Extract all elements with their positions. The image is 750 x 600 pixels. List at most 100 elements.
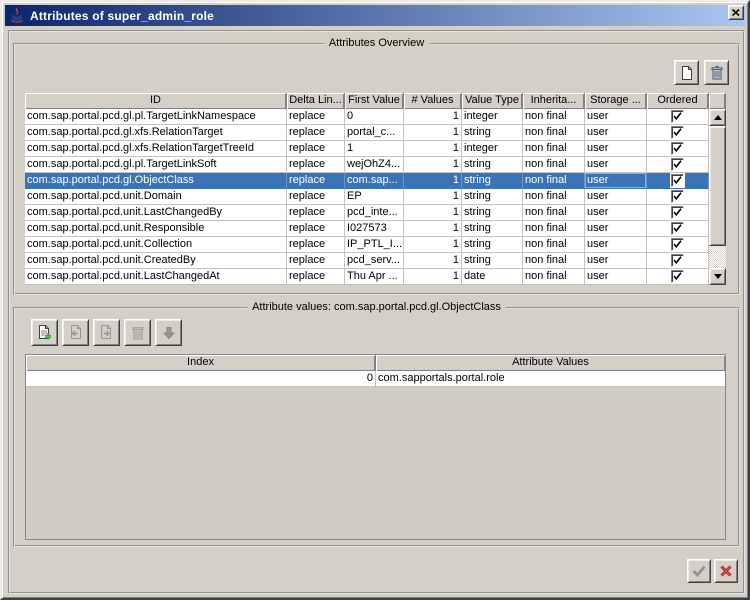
- cell-value_type[interactable]: string: [462, 253, 523, 269]
- cell-value_type[interactable]: string: [462, 157, 523, 173]
- cell-inheritance[interactable]: non final: [523, 253, 585, 269]
- cell-id[interactable]: com.sap.portal.pcd.gl.pl.TargetLinkSoft: [25, 157, 287, 173]
- attribute-row[interactable]: com.sap.portal.pcd.unit.Responsiblerepla…: [25, 221, 709, 237]
- ordered-checkbox[interactable]: [671, 158, 684, 171]
- cell-num_values[interactable]: 1: [404, 189, 462, 205]
- cell-storage[interactable]: user: [585, 173, 647, 189]
- title-bar[interactable]: Attributes of super_admin_role: [5, 5, 745, 26]
- cancel-button[interactable]: [714, 559, 738, 583]
- cell-inheritance[interactable]: non final: [523, 269, 585, 285]
- cell-id[interactable]: com.sap.portal.pcd.unit.LastChangedAt: [25, 269, 287, 285]
- cell-first_value[interactable]: pcd_serv...: [345, 253, 404, 269]
- cell-id[interactable]: com.sap.portal.pcd.unit.Responsible: [25, 221, 287, 237]
- cell-value_type[interactable]: string: [462, 237, 523, 253]
- attribute-row[interactable]: com.sap.portal.pcd.unit.DomainreplaceEP1…: [25, 189, 709, 205]
- column-header[interactable]: Attribute Values: [376, 355, 726, 371]
- cell-first_value[interactable]: 1: [345, 141, 404, 157]
- column-header[interactable]: Delta Lin...: [287, 93, 345, 109]
- ordered-checkbox[interactable]: [671, 174, 684, 187]
- cell-id[interactable]: com.sap.portal.pcd.gl.ObjectClass: [25, 173, 287, 189]
- cell-first_value[interactable]: pcd_inte...: [345, 205, 404, 221]
- column-header[interactable]: First Value: [345, 93, 404, 109]
- attribute-row[interactable]: com.sap.portal.pcd.gl.xfs.RelationTarget…: [25, 141, 709, 157]
- attribute-row[interactable]: com.sap.portal.pcd.gl.pl.TargetLinkNames…: [25, 109, 709, 125]
- add-value-button[interactable]: [31, 319, 58, 346]
- cell-first_value[interactable]: IP_PTL_I...: [345, 237, 404, 253]
- cell-num_values[interactable]: 1: [404, 221, 462, 237]
- cell-delta_link[interactable]: replace: [287, 141, 345, 157]
- new-attribute-button[interactable]: [674, 60, 699, 85]
- doc-arrow-left-button[interactable]: [62, 319, 89, 346]
- attribute-row[interactable]: com.sap.portal.pcd.unit.CreatedByreplace…: [25, 253, 709, 269]
- cell-storage[interactable]: user: [585, 237, 647, 253]
- ordered-checkbox[interactable]: [671, 222, 684, 235]
- apply-button[interactable]: [687, 559, 711, 583]
- cell-num_values[interactable]: 1: [404, 173, 462, 189]
- cell-value_type[interactable]: date: [462, 269, 523, 285]
- cell-inheritance[interactable]: non final: [523, 157, 585, 173]
- cell-attribute-value[interactable]: com.sapportals.portal.role: [376, 371, 726, 387]
- cell-num_values[interactable]: 1: [404, 141, 462, 157]
- cell-delta_link[interactable]: replace: [287, 173, 345, 189]
- cell-delta_link[interactable]: replace: [287, 269, 345, 285]
- cell-first_value[interactable]: EP: [345, 189, 404, 205]
- cell-num_values[interactable]: 1: [404, 157, 462, 173]
- cell-delta_link[interactable]: replace: [287, 157, 345, 173]
- cell-delta_link[interactable]: replace: [287, 253, 345, 269]
- move-value-down-button[interactable]: [155, 319, 182, 346]
- cell-num_values[interactable]: 1: [404, 109, 462, 125]
- column-header[interactable]: ID: [25, 93, 287, 109]
- cell-inheritance[interactable]: non final: [523, 221, 585, 237]
- cell-storage[interactable]: user: [585, 157, 647, 173]
- cell-storage[interactable]: user: [585, 269, 647, 285]
- cell-inheritance[interactable]: non final: [523, 189, 585, 205]
- cell-value_type[interactable]: string: [462, 125, 523, 141]
- cell-delta_link[interactable]: replace: [287, 237, 345, 253]
- column-header[interactable]: Ordered: [647, 93, 709, 109]
- attribute-row[interactable]: com.sap.portal.pcd.unit.Collectionreplac…: [25, 237, 709, 253]
- cell-inheritance[interactable]: non final: [523, 173, 585, 189]
- cell-storage[interactable]: user: [585, 253, 647, 269]
- column-header[interactable]: Storage ...: [585, 93, 647, 109]
- cell-value_type[interactable]: integer: [462, 109, 523, 125]
- ordered-checkbox[interactable]: [671, 126, 684, 139]
- ordered-checkbox[interactable]: [671, 190, 684, 203]
- scrollbar-thumb[interactable]: [709, 126, 726, 246]
- ordered-checkbox[interactable]: [671, 254, 684, 267]
- cell-first_value[interactable]: 0: [345, 109, 404, 125]
- cell-value_type[interactable]: string: [462, 205, 523, 221]
- cell-delta_link[interactable]: replace: [287, 205, 345, 221]
- column-header[interactable]: # Values: [404, 93, 462, 109]
- cell-inheritance[interactable]: non final: [523, 141, 585, 157]
- cell-value_type[interactable]: string: [462, 189, 523, 205]
- cell-storage[interactable]: user: [585, 141, 647, 157]
- cell-delta_link[interactable]: replace: [287, 189, 345, 205]
- column-header[interactable]: Index: [26, 355, 376, 371]
- cell-id[interactable]: com.sap.portal.pcd.unit.CreatedBy: [25, 253, 287, 269]
- attribute-row[interactable]: com.sap.portal.pcd.gl.xfs.RelationTarget…: [25, 125, 709, 141]
- cell-first_value[interactable]: portal_c...: [345, 125, 404, 141]
- cell-num_values[interactable]: 1: [404, 125, 462, 141]
- attribute-row[interactable]: com.sap.portal.pcd.unit.LastChangedByrep…: [25, 205, 709, 221]
- cell-first_value[interactable]: Thu Apr ...: [345, 269, 404, 285]
- scroll-down-button[interactable]: [709, 268, 726, 285]
- cell-id[interactable]: com.sap.portal.pcd.unit.Collection: [25, 237, 287, 253]
- doc-arrow-right-button[interactable]: [93, 319, 120, 346]
- close-button[interactable]: [728, 5, 744, 20]
- cell-storage[interactable]: user: [585, 205, 647, 221]
- cell-inheritance[interactable]: non final: [523, 125, 585, 141]
- cell-id[interactable]: com.sap.portal.pcd.unit.LastChangedBy: [25, 205, 287, 221]
- cell-first_value[interactable]: com.sap...: [345, 173, 404, 189]
- ordered-checkbox[interactable]: [671, 238, 684, 251]
- attribute-row[interactable]: com.sap.portal.pcd.unit.LastChangedAtrep…: [25, 269, 709, 285]
- cell-storage[interactable]: user: [585, 125, 647, 141]
- ordered-checkbox[interactable]: [671, 110, 684, 123]
- cell-storage[interactable]: user: [585, 221, 647, 237]
- cell-first_value[interactable]: wejOhZ4...: [345, 157, 404, 173]
- cell-num_values[interactable]: 1: [404, 253, 462, 269]
- cell-id[interactable]: com.sap.portal.pcd.gl.xfs.RelationTarget: [25, 125, 287, 141]
- scroll-up-button[interactable]: [709, 109, 726, 126]
- cell-storage[interactable]: user: [585, 109, 647, 125]
- cell-delta_link[interactable]: replace: [287, 125, 345, 141]
- cell-value_type[interactable]: integer: [462, 141, 523, 157]
